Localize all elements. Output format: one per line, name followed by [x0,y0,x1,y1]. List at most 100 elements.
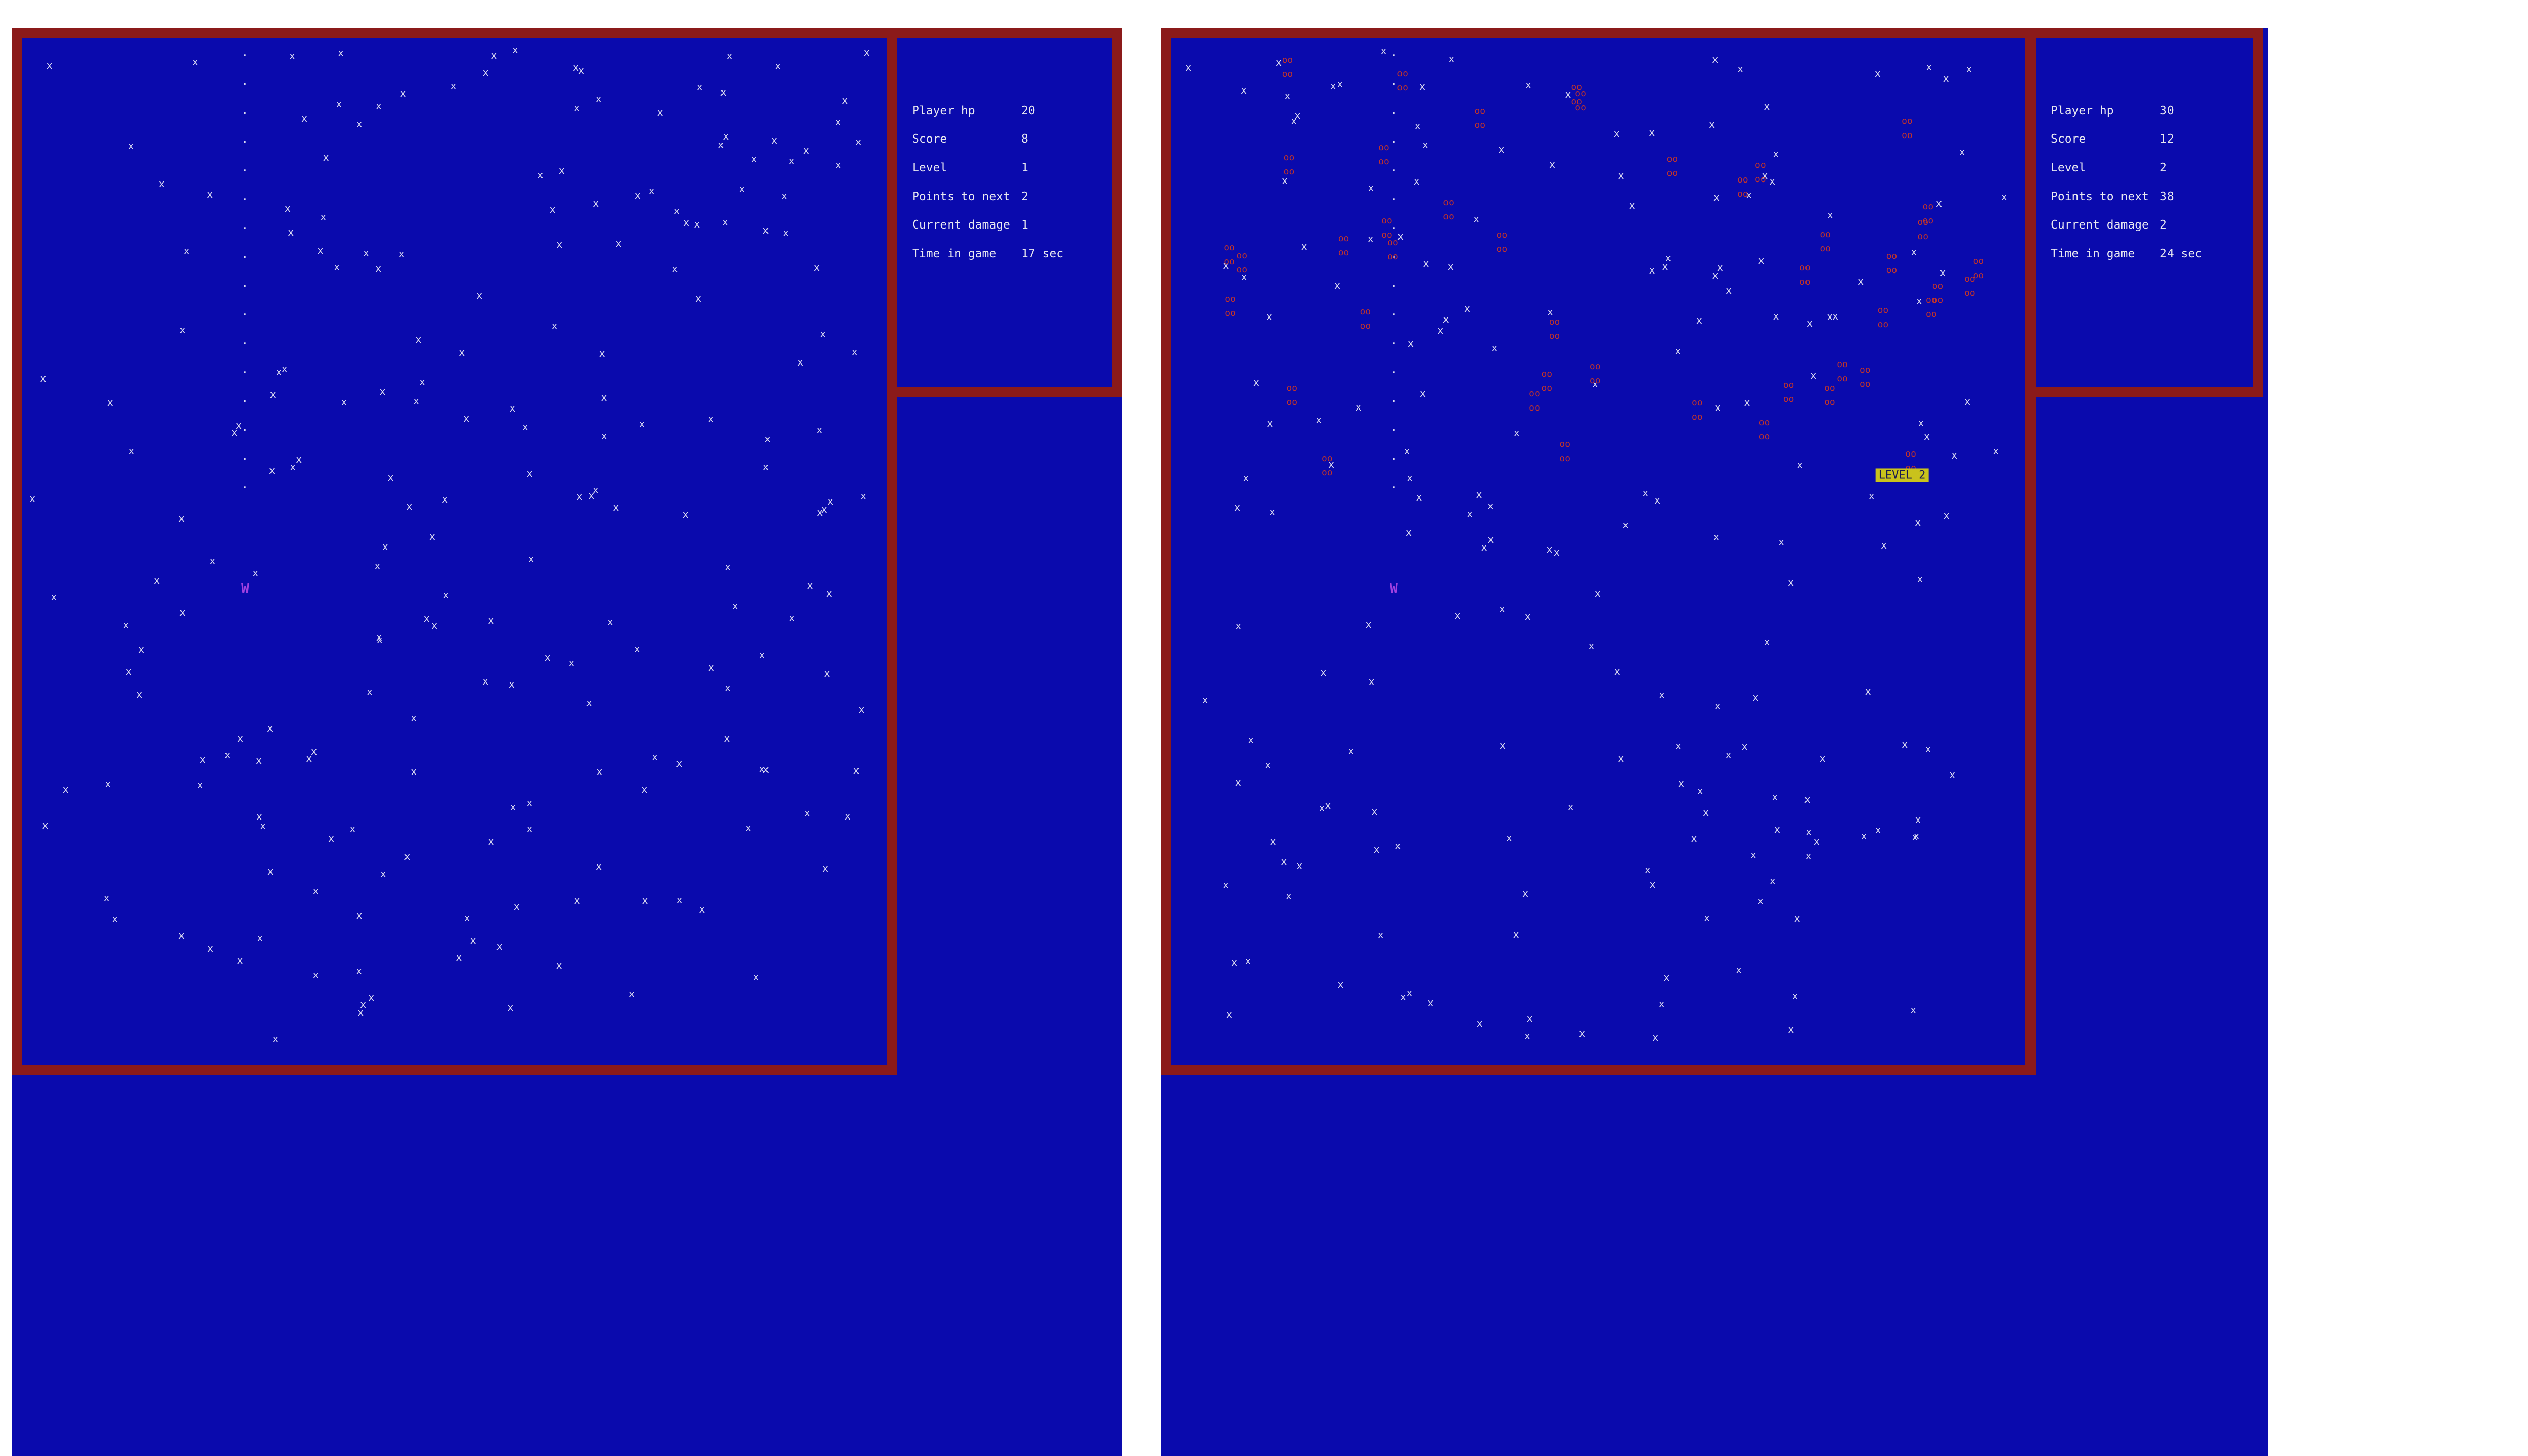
obstacle-x: x [634,189,641,202]
pickup-dot: . [241,248,248,260]
obstacle-x: x [1772,790,1778,803]
enemy-cluster: oo [1926,308,1937,320]
obstacle-x: x [1774,823,1780,835]
stat-label: Time in game [2051,247,2135,260]
obstacle-x: x [1296,859,1303,872]
obstacle-x: x [1865,685,1871,698]
obstacle-x: x [1437,324,1444,337]
obstacle-x: x [601,429,607,442]
obstacle-x: x [107,396,113,409]
obstacle-x: x [1368,181,1374,194]
obstacle-x: x [379,385,386,397]
obstacle-x: x [1644,863,1651,876]
obstacle-x: x [507,1000,514,1013]
obstacle-x: x [197,778,203,791]
obstacle-x: x [1319,802,1325,814]
obstacle-x: x [1276,56,1282,69]
enemy-cluster: oo [1529,402,1540,413]
obstacle-x: x [1713,191,1720,204]
obstacle-x: x [1442,313,1449,326]
obstacle-x: x [1917,572,1923,585]
obstacle-x: x [1949,768,1956,781]
obstacle-x: x [745,821,752,834]
obstacle-x: x [1993,445,1999,458]
obstacle-x: x [556,238,563,250]
obstacle-x: x [1925,742,1931,755]
pickup-dot: . [1390,306,1397,318]
obstacle-x: x [1330,79,1336,92]
game-screen-2: x x x x x x x x x x x x x x x x x x x x x x x x x x x x x x x x x x x x x x x x… [1161,28,2268,1456]
stat-label: Score [2051,132,2086,146]
obstacle-x: x [578,64,584,77]
obstacle-x: x [753,971,759,983]
obstacle-x: x [1936,197,1943,210]
obstacle-x: x [374,559,381,572]
obstacle-x: x [683,216,690,229]
obstacle-x: x [853,764,860,777]
obstacle-x: x [1750,848,1757,861]
obstacle-x: x [1423,257,1429,269]
obstacle-x: x [404,850,411,863]
enemy-cluster: oo [1799,262,1811,274]
enemy-cluster: oo [1360,306,1371,317]
obstacle-x: x [573,102,580,114]
obstacle-x: x [1294,109,1301,122]
pickup-dot: . [241,335,248,347]
obstacle-x: x [1964,395,1971,408]
enemy-cluster: oo [1922,215,1934,226]
stat-label: Current damage [912,218,1010,232]
pickup-dot: . [1390,191,1397,203]
obstacle-x: x [824,667,830,679]
obstacle-x: x [526,823,533,835]
enemy-cluster: oo [1474,119,1486,130]
obstacle-x: x [488,835,494,847]
obstacle-x: x [1735,963,1742,976]
obstacle-x: x [1316,413,1322,426]
obstacle-x: x [443,588,449,601]
obstacle-x: x [842,94,848,107]
obstacle-x: x [1769,874,1776,887]
obstacle-x: x [1202,693,1208,706]
obstacle-x: x [1579,1027,1586,1039]
obstacle-x: x [1337,978,1344,991]
obstacle-x: x [1222,879,1229,891]
obstacle-x: x [1712,53,1719,66]
enemy-cluster: oo [1571,81,1582,93]
stat-label: Player hp [2051,104,2114,117]
obstacle-x: x [1966,63,1972,75]
obstacle-x: x [596,765,603,778]
obstacle-x: x [1464,302,1470,314]
obstacle-x: x [642,894,648,907]
enemy-cluster: oo [1755,160,1766,171]
obstacle-x: x [387,471,394,483]
pickup-dot: . [241,75,248,87]
enemy-cluster: oo [1837,358,1848,370]
enemy-cluster: oo [1286,382,1298,393]
obstacle-x: x [595,93,602,105]
obstacle-x: x [128,139,134,152]
obstacle-x: x [651,750,658,763]
obstacle-x: x [224,749,231,761]
obstacle-x: x [1678,777,1684,789]
obstacle-x: x [1269,505,1276,518]
obstacle-x: x [1744,396,1750,408]
obstacle-x: x [1916,295,1922,307]
obstacle-x: x [1943,509,1950,522]
obstacle-x: x [459,346,465,358]
obstacle-x: x [296,453,302,466]
obstacle-x: x [1337,77,1343,90]
pickup-dot: . [241,133,248,145]
obstacle-x: x [268,464,276,476]
stat-value: 1 [1021,218,1028,232]
obstacle-x: x [341,395,347,408]
obstacle-x: x [320,211,327,223]
obstacle-x: x [1712,269,1719,282]
obstacle-x: x [450,80,457,93]
enemy-cluster: oo [1737,189,1748,200]
obstacle-x: x [256,810,262,823]
enemy-cluster: oo [1820,229,1831,240]
obstacle-x: x [771,134,778,147]
obstacle-x: x [1448,52,1455,65]
obstacle-x: x [1413,174,1420,187]
obstacle-x: x [1773,147,1779,160]
